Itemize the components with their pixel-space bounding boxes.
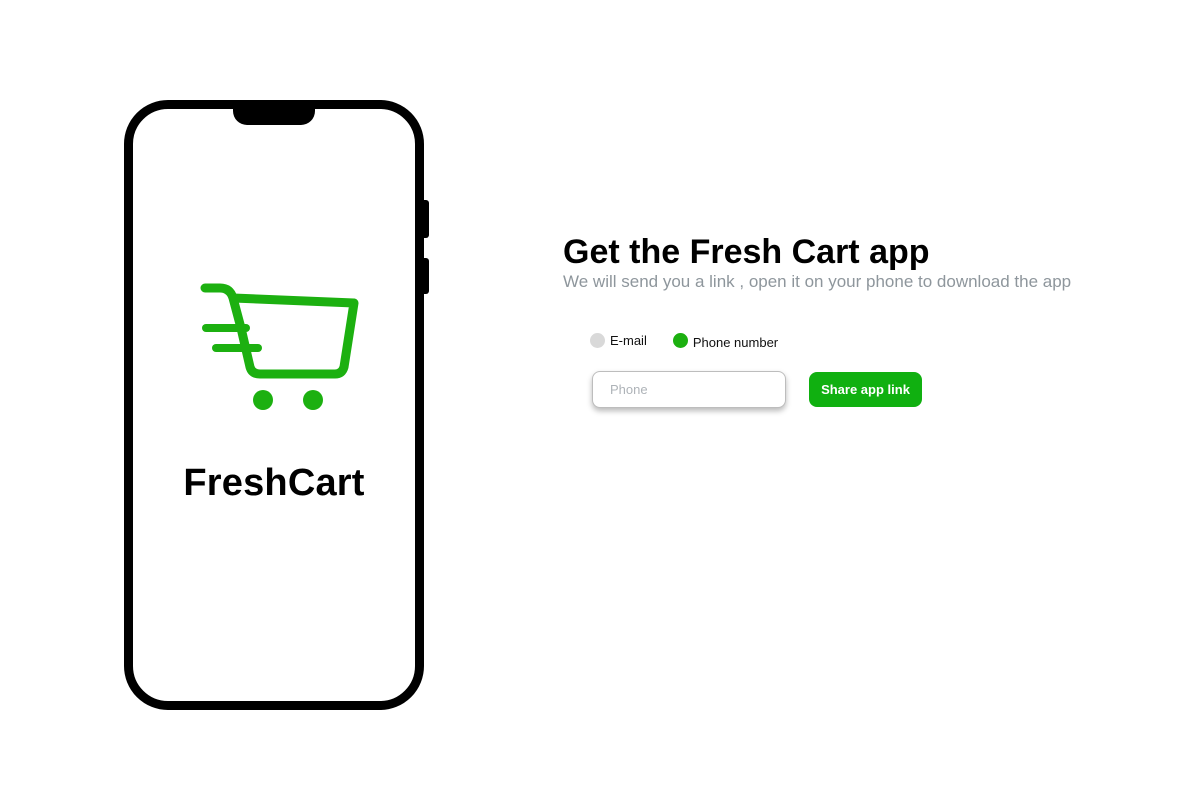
phone-radio-option[interactable]: Phone number [672, 333, 779, 350]
phone-radio-button[interactable] [672, 333, 688, 348]
phone-notch [233, 100, 315, 125]
shopping-cart-icon [200, 283, 359, 410]
email-radio-option[interactable]: E-mail [590, 333, 647, 348]
page-title: Get the Fresh Cart app [563, 233, 930, 271]
email-radio-label: E-mail [610, 333, 647, 348]
brand-name: FreshCart [183, 462, 365, 504]
app-download-page: FreshCart Get the Fresh Cart app We will… [0, 0, 1181, 785]
contact-method-radio-group: E-mail Phone number [590, 333, 779, 350]
phone-mockup: FreshCart [124, 100, 429, 710]
page-subtitle: We will send you a link , open it on you… [563, 272, 1072, 291]
email-radio-button[interactable] [590, 333, 605, 348]
phone-input[interactable] [592, 371, 786, 408]
share-app-link-button[interactable]: Share app link [809, 372, 922, 407]
phone-radio-label: Phone number [692, 335, 779, 350]
